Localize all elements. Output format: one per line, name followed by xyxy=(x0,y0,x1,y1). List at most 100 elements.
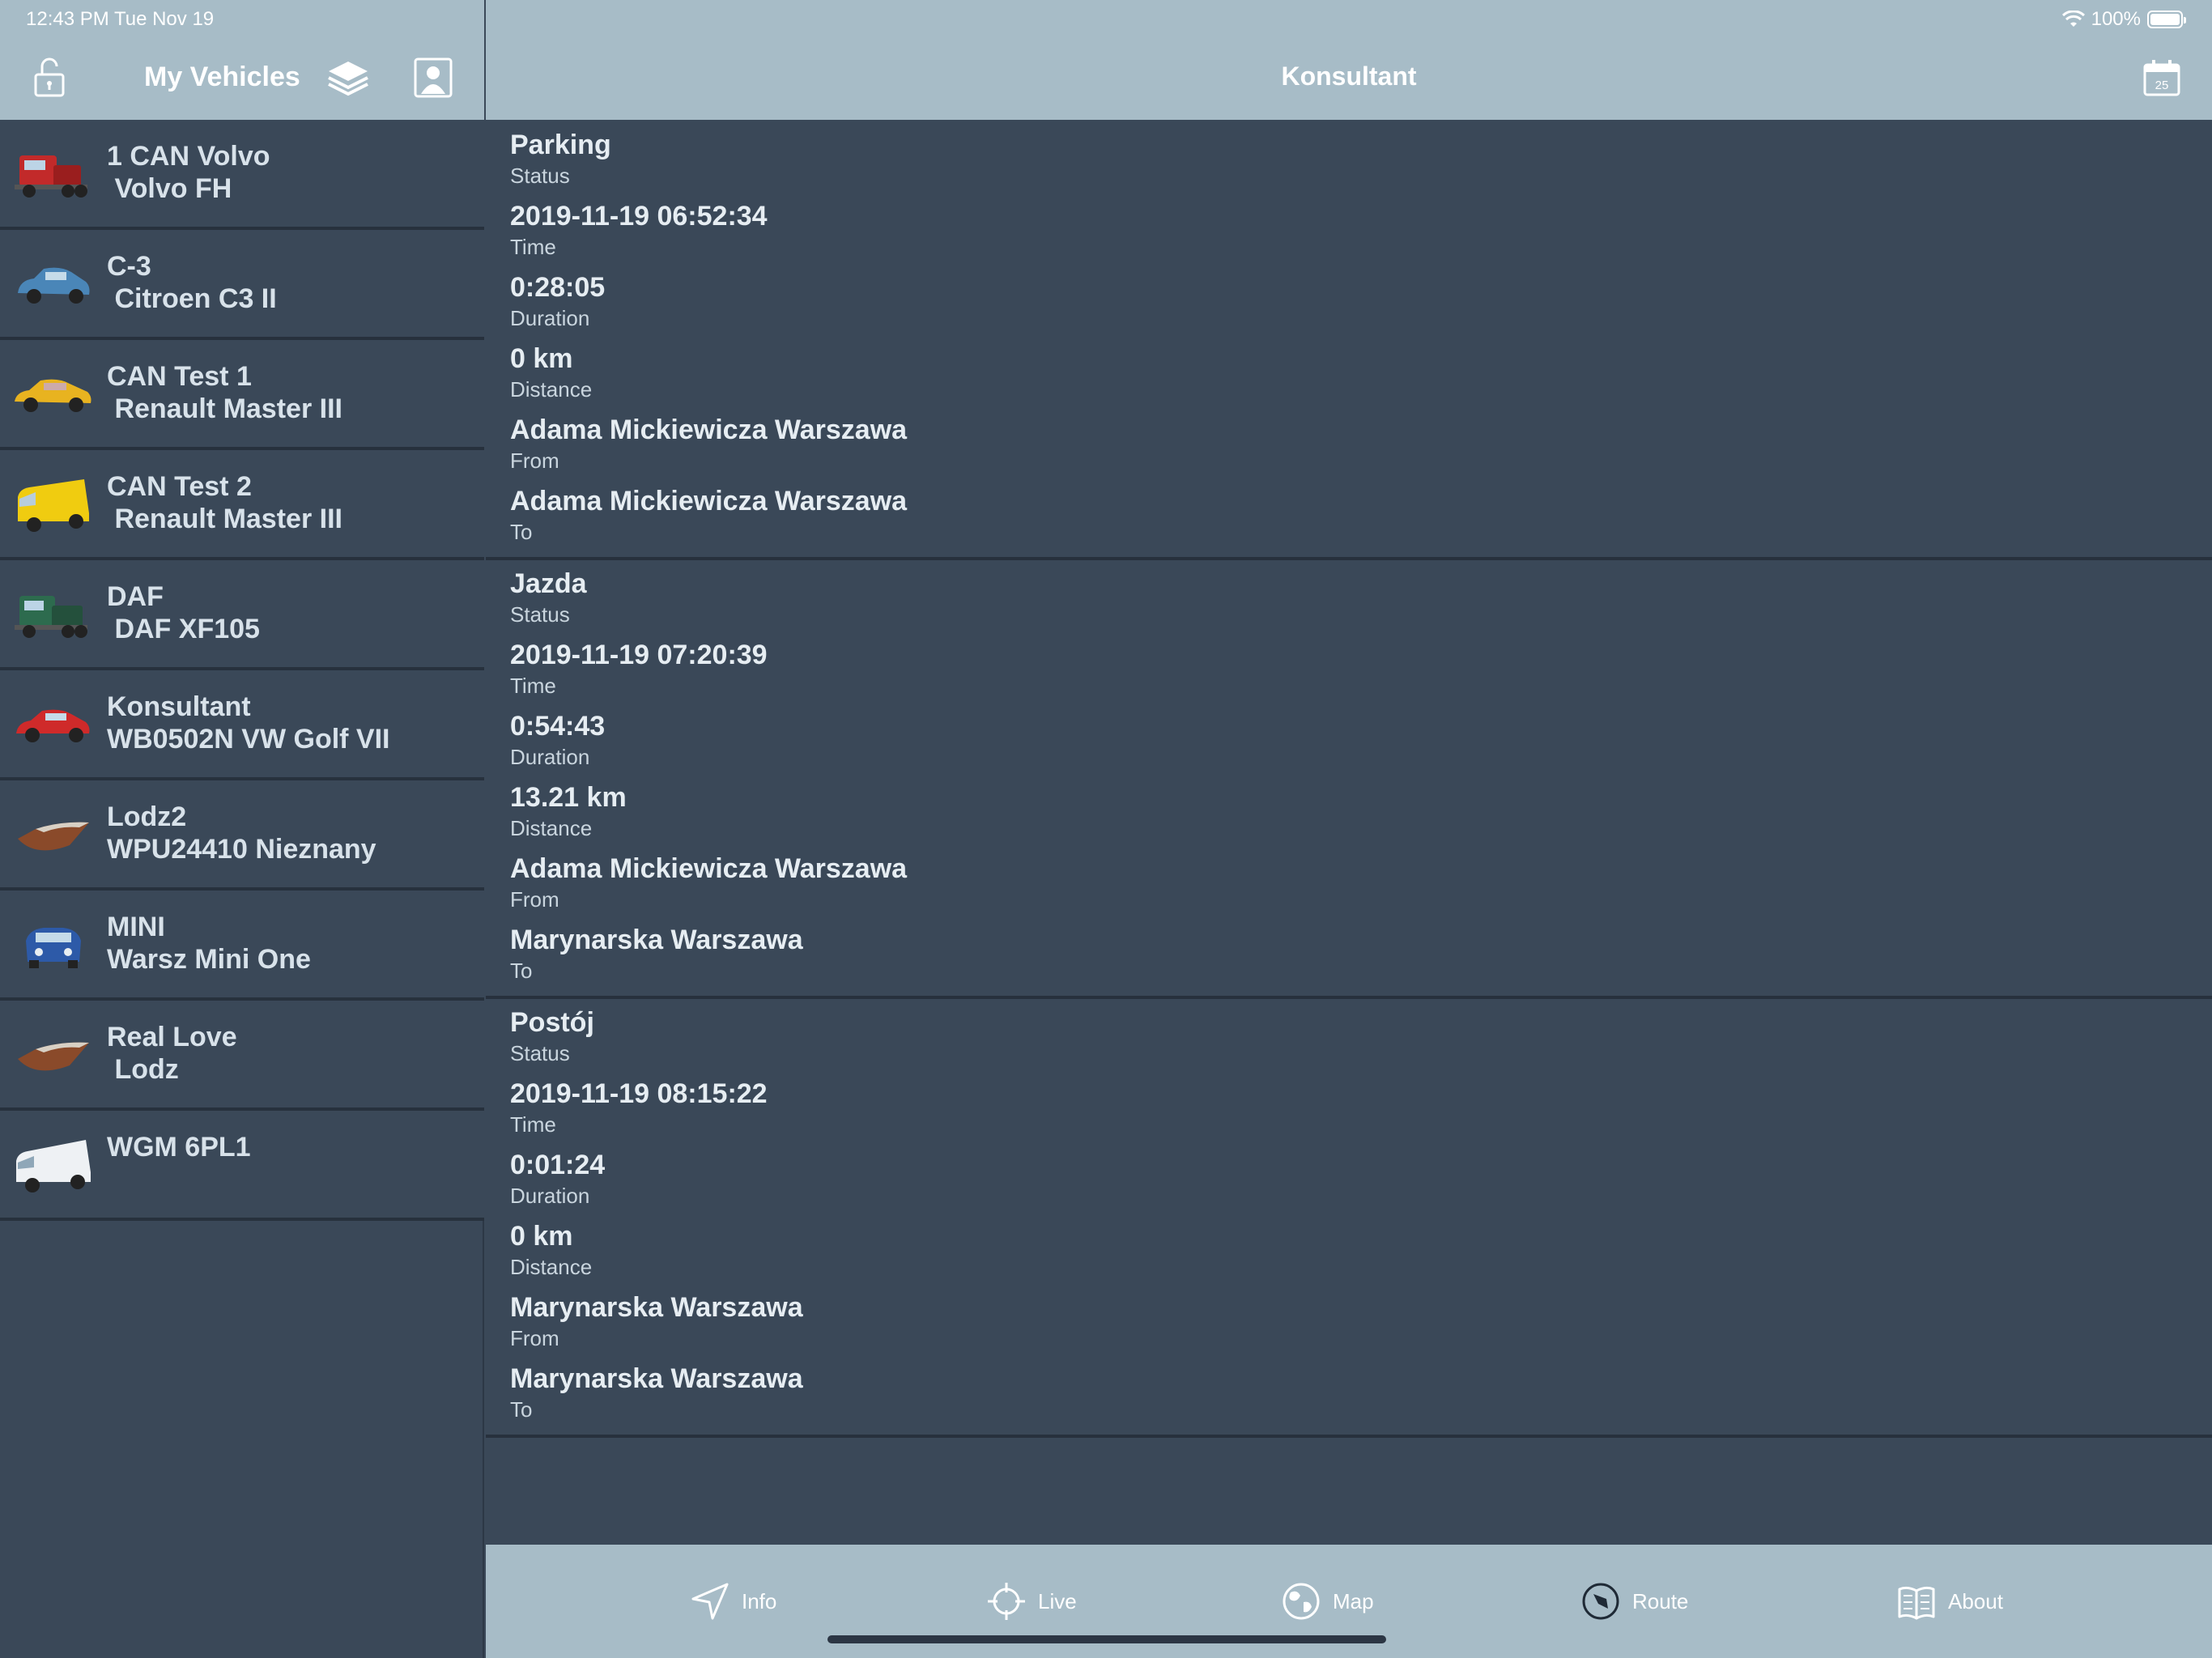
blue-car-icon xyxy=(18,267,90,304)
status-field: Jazda Status xyxy=(510,565,2212,636)
page-title: Konsultant xyxy=(1281,62,1417,91)
vehicle-model: Warsz Mini One xyxy=(107,944,311,975)
contact-icon[interactable] xyxy=(413,57,453,99)
battery-percent: 100% xyxy=(2091,8,2141,30)
tab-label: Live xyxy=(1038,1588,1077,1613)
distance-value: 0 km xyxy=(510,1221,573,1252)
vehicle-model: DAF XF105 xyxy=(107,614,260,644)
duration-label: Duration xyxy=(510,745,590,769)
vehicle-item[interactable]: DAF DAF XF105 xyxy=(0,560,484,670)
tab-about[interactable]: About xyxy=(1896,1579,2003,1624)
from-label: From xyxy=(510,449,559,473)
navigation-arrow-icon xyxy=(691,1583,729,1620)
distance-field: 0 km Distance xyxy=(510,340,2212,411)
calendar-icon[interactable]: 25 xyxy=(2142,58,2181,97)
vehicle-model: Volvo FH xyxy=(107,173,232,204)
time-field: 2019-11-19 06:52:34 Time xyxy=(510,198,2212,269)
from-label: From xyxy=(510,1326,559,1350)
time-label: Time xyxy=(510,1112,556,1137)
to-field: Marynarska Warszawa To xyxy=(510,921,2212,993)
vehicle-item[interactable]: Real Love Lodz xyxy=(0,1001,484,1111)
to-label: To xyxy=(510,959,533,983)
red-truck-icon xyxy=(15,155,87,198)
distance-field: 0 km Distance xyxy=(510,1218,2212,1289)
red-car-icon xyxy=(16,709,90,742)
distance-label: Distance xyxy=(510,377,593,402)
distance-label: Distance xyxy=(510,816,593,840)
duration-field: 0:28:05 Duration xyxy=(510,269,2212,340)
tab-map[interactable]: Map xyxy=(1281,1579,1374,1624)
event-item[interactable]: Parking Status 2019-11-19 06:52:34 Time 0:… xyxy=(486,121,2212,560)
vehicle-item[interactable]: Konsultant WB0502N VW Golf VII xyxy=(0,670,484,780)
battery-icon xyxy=(2147,11,2186,28)
duration-label: Duration xyxy=(510,1184,590,1208)
distance-label: Distance xyxy=(510,1255,593,1279)
sidebar-title: My Vehicles xyxy=(144,62,300,92)
vehicle-name: CAN Test 1 xyxy=(107,361,252,392)
time-value: 2019-11-19 08:15:22 xyxy=(510,1078,768,1109)
vehicle-name: MINI xyxy=(107,912,165,942)
crosshair-icon xyxy=(988,1583,1025,1620)
unlock-icon[interactable] xyxy=(32,57,70,99)
tab-info[interactable]: Info xyxy=(690,1579,776,1624)
vehicle-item[interactable]: MINI Warsz Mini One xyxy=(0,891,484,1001)
sidebar: My Vehicles 1 CAN Volvo Volvo FH C-3 Cit… xyxy=(0,0,484,1658)
vehicle-model: WPU24410 Nieznany xyxy=(107,834,376,865)
duration-label: Duration xyxy=(510,306,590,330)
distance-value: 13.21 km xyxy=(510,782,627,813)
vehicle-model: Lodz xyxy=(107,1054,179,1085)
to-value: Adama Mickiewicza Warszawa xyxy=(510,486,908,517)
vehicle-item[interactable]: WGM 6PL1 xyxy=(0,1111,484,1221)
vehicle-model: Citroen C3 II xyxy=(107,283,277,314)
to-field: Adama Mickiewicza Warszawa To xyxy=(510,483,2212,554)
event-item[interactable]: Jazda Status 2019-11-19 07:20:39 Time 0:54… xyxy=(486,560,2212,999)
duration-value: 0:54:43 xyxy=(510,711,606,742)
from-field: Marynarska Warszawa From xyxy=(510,1289,2212,1360)
to-value: Marynarska Warszawa xyxy=(510,1363,803,1394)
tab-label: Map xyxy=(1333,1588,1374,1613)
status-right: 100% xyxy=(2061,8,2186,31)
vehicle-model: Renault Master III xyxy=(107,504,342,534)
tab-label: About xyxy=(1948,1588,2003,1613)
vehicle-item[interactable]: Lodz2 WPU24410 Nieznany xyxy=(0,780,484,891)
vehicle-model: Renault Master III xyxy=(107,393,342,424)
home-indicator[interactable] xyxy=(827,1635,1386,1643)
yellow-van-icon xyxy=(18,479,89,532)
tab-route[interactable]: Route xyxy=(1580,1579,1688,1624)
vehicle-item[interactable]: CAN Test 2 Renault Master III xyxy=(0,450,484,560)
mini-car-icon xyxy=(26,928,81,968)
from-value: Marynarska Warszawa xyxy=(510,1292,803,1323)
vehicle-item[interactable]: C-3 Citroen C3 II xyxy=(0,230,484,340)
layers-icon[interactable] xyxy=(325,57,371,99)
duration-field: 0:54:43 Duration xyxy=(510,708,2212,779)
from-label: From xyxy=(510,887,559,912)
vehicle-model: WB0502N VW Golf VII xyxy=(107,724,390,755)
time-value: 2019-11-19 06:52:34 xyxy=(510,201,768,232)
vehicle-name: DAF xyxy=(107,581,164,612)
time-label: Time xyxy=(510,235,556,259)
time-field: 2019-11-19 08:15:22 Time xyxy=(510,1075,2212,1146)
status-field: Parking Status xyxy=(510,126,2212,198)
tab-label: Route xyxy=(1632,1588,1689,1613)
to-label: To xyxy=(510,1397,533,1422)
to-label: To xyxy=(510,520,533,544)
green-truck-icon xyxy=(15,596,87,638)
duration-value: 0:01:24 xyxy=(510,1150,606,1180)
time-value: 2019-11-19 07:20:39 xyxy=(510,640,768,670)
status-field: Postój Status xyxy=(510,1004,2212,1075)
status-label: Status xyxy=(510,1041,570,1065)
tab-live[interactable]: Live xyxy=(986,1579,1077,1624)
duration-value: 0:28:05 xyxy=(510,272,606,303)
event-item[interactable]: Postój Status 2019-11-19 08:15:22 Time 0:0… xyxy=(486,999,2212,1438)
to-value: Marynarska Warszawa xyxy=(510,925,803,955)
status-bar: 12:43 PM Tue Nov 19 100% xyxy=(0,0,2212,39)
vehicle-name: Lodz2 xyxy=(107,801,187,832)
boat-icon xyxy=(18,822,89,851)
vehicle-name: 1 CAN Volvo xyxy=(107,141,270,172)
vehicle-name: Real Love xyxy=(107,1022,237,1052)
vehicle-item[interactable]: 1 CAN Volvo Volvo FH xyxy=(0,120,484,230)
distance-field: 13.21 km Distance xyxy=(510,779,2212,850)
status-time: 12:43 PM Tue Nov 19 xyxy=(26,8,215,30)
vehicle-item[interactable]: CAN Test 1 Renault Master III xyxy=(0,340,484,450)
yellow-taxi-icon xyxy=(15,379,91,412)
